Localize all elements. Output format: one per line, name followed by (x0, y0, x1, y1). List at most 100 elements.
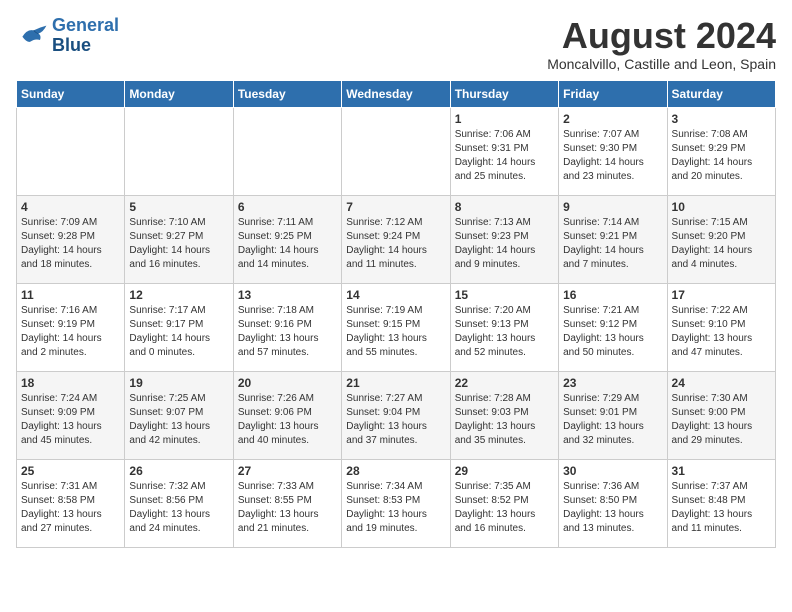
calendar-week-5: 25 Sunrise: 7:31 AMSunset: 8:58 PMDayligh… (17, 459, 776, 547)
calendar-table: SundayMondayTuesdayWednesdayThursdayFrid… (16, 80, 776, 548)
day-number: 15 (455, 288, 554, 302)
title-block: August 2024 Moncalvillo, Castille and Le… (547, 16, 776, 72)
calendar-cell: 29 Sunrise: 7:35 AMSunset: 8:52 PMDayligh… (450, 459, 558, 547)
day-info: Sunrise: 7:09 AMSunset: 9:28 PMDaylight:… (21, 216, 120, 272)
calendar-cell: 7Sunrise: 7:12 AMSunset: 9:24 PMDaylight… (342, 195, 450, 283)
calendar-cell: 5 Sunrise: 7:10 AMSunset: 9:27 PMDaylight… (125, 195, 233, 283)
calendar-cell: 19 Sunrise: 7:25 AMSunset: 9:07 PMDayligh… (125, 371, 233, 459)
day-number: 13 (238, 288, 337, 302)
calendar-cell: 27 Sunrise: 7:33 AMSunset: 8:55 PMDayligh… (233, 459, 341, 547)
day-number: 20 (238, 376, 337, 390)
day-info: Sunrise: 7:17 AMSunset: 9:17 PMDaylight:… (129, 304, 228, 360)
calendar-cell: 13Sunrise: 7:18 AMSunset: 9:16 PMDayligh… (233, 283, 341, 371)
day-info: Sunrise: 7:11 AMSunset: 9:25 PMDaylight:… (238, 216, 337, 272)
day-info: Sunrise: 7:27 AMSunset: 9:04 PMDaylight:… (346, 392, 445, 448)
calendar-cell: 10 Sunrise: 7:15 AMSunset: 9:20 PMDayligh… (667, 195, 775, 283)
day-number: 1 (455, 112, 554, 126)
calendar-cell: 25 Sunrise: 7:31 AMSunset: 8:58 PMDayligh… (17, 459, 125, 547)
day-info: Sunrise: 7:13 AMSunset: 9:23 PMDaylight:… (455, 216, 554, 272)
calendar-cell: 4 Sunrise: 7:09 AMSunset: 9:28 PMDaylight… (17, 195, 125, 283)
day-of-week-friday: Friday (559, 80, 667, 107)
day-info: Sunrise: 7:22 AMSunset: 9:10 PMDaylight:… (672, 304, 771, 360)
day-info: Sunrise: 7:35 AMSunset: 8:52 PMDaylight:… (455, 480, 554, 536)
calendar-cell: 22 Sunrise: 7:28 AMSunset: 9:03 PMDayligh… (450, 371, 558, 459)
day-number: 23 (563, 376, 662, 390)
day-info: Sunrise: 7:16 AMSunset: 9:19 PMDaylight:… (21, 304, 120, 360)
calendar-week-3: 11Sunrise: 7:16 AMSunset: 9:19 PMDayligh… (17, 283, 776, 371)
calendar-cell: 3 Sunrise: 7:08 AMSunset: 9:29 PMDaylight… (667, 107, 775, 195)
calendar-cell (17, 107, 125, 195)
day-of-week-wednesday: Wednesday (342, 80, 450, 107)
calendar-cell: 12 Sunrise: 7:17 AMSunset: 9:17 PMDayligh… (125, 283, 233, 371)
days-of-week-row: SundayMondayTuesdayWednesdayThursdayFrid… (17, 80, 776, 107)
day-number: 12 (129, 288, 228, 302)
day-number: 25 (21, 464, 120, 478)
day-info: Sunrise: 7:29 AMSunset: 9:01 PMDaylight:… (563, 392, 662, 448)
day-number: 10 (672, 200, 771, 214)
calendar-cell: 6 Sunrise: 7:11 AMSunset: 9:25 PMDaylight… (233, 195, 341, 283)
day-number: 14 (346, 288, 445, 302)
day-number: 30 (563, 464, 662, 478)
calendar-cell: 1 Sunrise: 7:06 AMSunset: 9:31 PMDaylight… (450, 107, 558, 195)
page-header: General Blue August 2024 Moncalvillo, Ca… (16, 16, 776, 72)
day-info: Sunrise: 7:31 AMSunset: 8:58 PMDaylight:… (21, 480, 120, 536)
calendar-cell: 24 Sunrise: 7:30 AMSunset: 9:00 PMDayligh… (667, 371, 775, 459)
day-number: 7 (346, 200, 445, 214)
day-info: Sunrise: 7:24 AMSunset: 9:09 PMDaylight:… (21, 392, 120, 448)
calendar-cell: 21 Sunrise: 7:27 AMSunset: 9:04 PMDayligh… (342, 371, 450, 459)
calendar-cell (125, 107, 233, 195)
calendar-body: 1 Sunrise: 7:06 AMSunset: 9:31 PMDaylight… (17, 107, 776, 547)
calendar-cell (342, 107, 450, 195)
day-info: Sunrise: 7:20 AMSunset: 9:13 PMDaylight:… (455, 304, 554, 360)
day-number: 22 (455, 376, 554, 390)
calendar-cell: 14 Sunrise: 7:19 AMSunset: 9:15 PMDayligh… (342, 283, 450, 371)
day-number: 21 (346, 376, 445, 390)
calendar-cell: 11Sunrise: 7:16 AMSunset: 9:19 PMDayligh… (17, 283, 125, 371)
day-info: Sunrise: 7:30 AMSunset: 9:00 PMDaylight:… (672, 392, 771, 448)
day-number: 2 (563, 112, 662, 126)
day-number: 6 (238, 200, 337, 214)
calendar-week-1: 1 Sunrise: 7:06 AMSunset: 9:31 PMDaylight… (17, 107, 776, 195)
month-year-title: August 2024 (547, 16, 776, 56)
day-info: Sunrise: 7:33 AMSunset: 8:55 PMDaylight:… (238, 480, 337, 536)
calendar-cell: 31 Sunrise: 7:37 AMSunset: 8:48 PMDayligh… (667, 459, 775, 547)
day-of-week-sunday: Sunday (17, 80, 125, 107)
day-number: 29 (455, 464, 554, 478)
day-number: 16 (563, 288, 662, 302)
calendar-header: SundayMondayTuesdayWednesdayThursdayFrid… (17, 80, 776, 107)
logo-text: General Blue (52, 16, 119, 56)
day-info: Sunrise: 7:26 AMSunset: 9:06 PMDaylight:… (238, 392, 337, 448)
location-subtitle: Moncalvillo, Castille and Leon, Spain (547, 56, 776, 72)
day-info: Sunrise: 7:19 AMSunset: 9:15 PMDaylight:… (346, 304, 445, 360)
logo: General Blue (16, 16, 119, 56)
day-of-week-saturday: Saturday (667, 80, 775, 107)
day-number: 31 (672, 464, 771, 478)
calendar-cell: 23 Sunrise: 7:29 AMSunset: 9:01 PMDayligh… (559, 371, 667, 459)
calendar-cell: 18 Sunrise: 7:24 AMSunset: 9:09 PMDayligh… (17, 371, 125, 459)
day-number: 17 (672, 288, 771, 302)
day-info: Sunrise: 7:37 AMSunset: 8:48 PMDaylight:… (672, 480, 771, 536)
day-info: Sunrise: 7:06 AMSunset: 9:31 PMDaylight:… (455, 128, 554, 184)
day-number: 4 (21, 200, 120, 214)
day-number: 24 (672, 376, 771, 390)
day-number: 26 (129, 464, 228, 478)
calendar-cell: 28 Sunrise: 7:34 AMSunset: 8:53 PMDayligh… (342, 459, 450, 547)
calendar-cell: 8Sunrise: 7:13 AMSunset: 9:23 PMDaylight… (450, 195, 558, 283)
day-info: Sunrise: 7:14 AMSunset: 9:21 PMDaylight:… (563, 216, 662, 272)
day-number: 19 (129, 376, 228, 390)
day-number: 5 (129, 200, 228, 214)
day-number: 28 (346, 464, 445, 478)
day-info: Sunrise: 7:34 AMSunset: 8:53 PMDaylight:… (346, 480, 445, 536)
day-info: Sunrise: 7:25 AMSunset: 9:07 PMDaylight:… (129, 392, 228, 448)
calendar-cell: 16Sunrise: 7:21 AMSunset: 9:12 PMDayligh… (559, 283, 667, 371)
day-info: Sunrise: 7:28 AMSunset: 9:03 PMDaylight:… (455, 392, 554, 448)
day-number: 18 (21, 376, 120, 390)
day-info: Sunrise: 7:07 AMSunset: 9:30 PMDaylight:… (563, 128, 662, 184)
day-info: Sunrise: 7:10 AMSunset: 9:27 PMDaylight:… (129, 216, 228, 272)
day-number: 3 (672, 112, 771, 126)
day-number: 27 (238, 464, 337, 478)
day-info: Sunrise: 7:08 AMSunset: 9:29 PMDaylight:… (672, 128, 771, 184)
day-info: Sunrise: 7:15 AMSunset: 9:20 PMDaylight:… (672, 216, 771, 272)
day-of-week-tuesday: Tuesday (233, 80, 341, 107)
calendar-week-4: 18 Sunrise: 7:24 AMSunset: 9:09 PMDayligh… (17, 371, 776, 459)
